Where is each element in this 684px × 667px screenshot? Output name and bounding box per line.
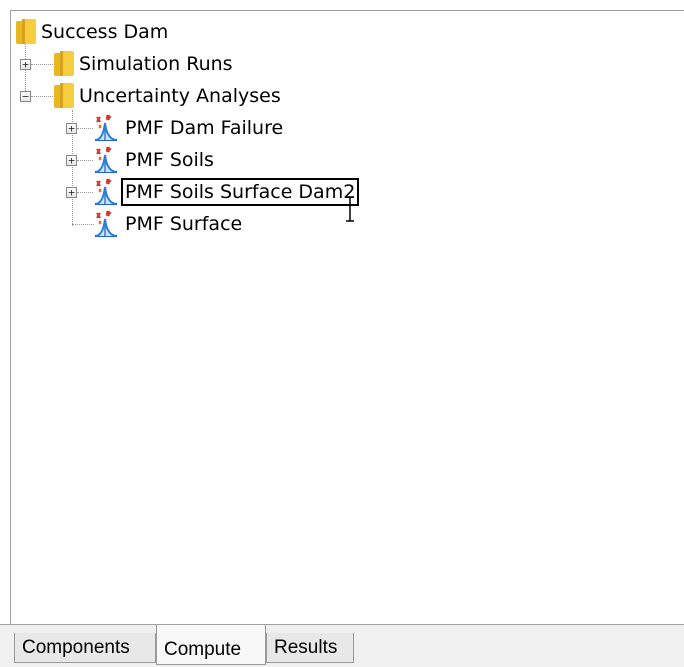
tree-node-pmf-dam-failure[interactable]: PMF Dam Failure: [91, 113, 287, 143]
uncertainty-analysis-icon: [91, 145, 121, 175]
tree-connector: [31, 96, 55, 97]
tree-node-label: Simulation Runs: [79, 53, 233, 75]
tree-node-pmf-surface[interactable]: PMF Surface: [91, 209, 246, 239]
tree-connector: [31, 64, 55, 65]
folder-icon: [53, 82, 75, 110]
tree-node-label: PMF Dam Failure: [125, 117, 284, 139]
text-cursor-icon: [346, 196, 354, 222]
tab-bar: Components Compute Results: [0, 624, 684, 667]
uncertainty-analysis-icon: [91, 177, 121, 207]
uncertainty-analysis-icon: [91, 113, 121, 143]
expand-plus-icon[interactable]: +: [66, 187, 77, 198]
collapse-minus-icon[interactable]: −: [20, 91, 31, 102]
tree-node-pmf-soils[interactable]: PMF Soils: [91, 145, 218, 175]
rename-input[interactable]: PMF Soils Surface Dam2: [121, 178, 360, 206]
folder-icon: [15, 18, 37, 46]
tree-node-success-dam[interactable]: Success Dam: [15, 17, 172, 47]
tree-node-label: PMF Surface: [125, 213, 243, 235]
tree-node-label: Uncertainty Analyses: [79, 85, 281, 107]
uncertainty-analysis-icon: [91, 209, 121, 239]
tree-node-label: PMF Soils: [125, 149, 214, 171]
tab-results[interactable]: Results: [266, 633, 354, 663]
expand-plus-icon[interactable]: +: [20, 59, 31, 70]
tree-node-uncertainty-analyses[interactable]: Uncertainty Analyses: [53, 81, 285, 111]
expand-plus-icon[interactable]: +: [66, 123, 77, 134]
tree-node-label: Success Dam: [41, 21, 169, 43]
tree-node-pmf-soils-surface-dam2[interactable]: PMF Soils Surface Dam2: [91, 177, 360, 207]
folder-icon: [53, 50, 75, 78]
tab-components[interactable]: Components: [14, 633, 156, 663]
analysis-tree-panel[interactable]: Success Dam + Simulation Runs − Uncertai…: [10, 10, 684, 624]
expand-plus-icon[interactable]: +: [66, 155, 77, 166]
tree-node-simulation-runs[interactable]: Simulation Runs: [53, 49, 237, 79]
tab-compute[interactable]: Compute: [156, 625, 266, 665]
